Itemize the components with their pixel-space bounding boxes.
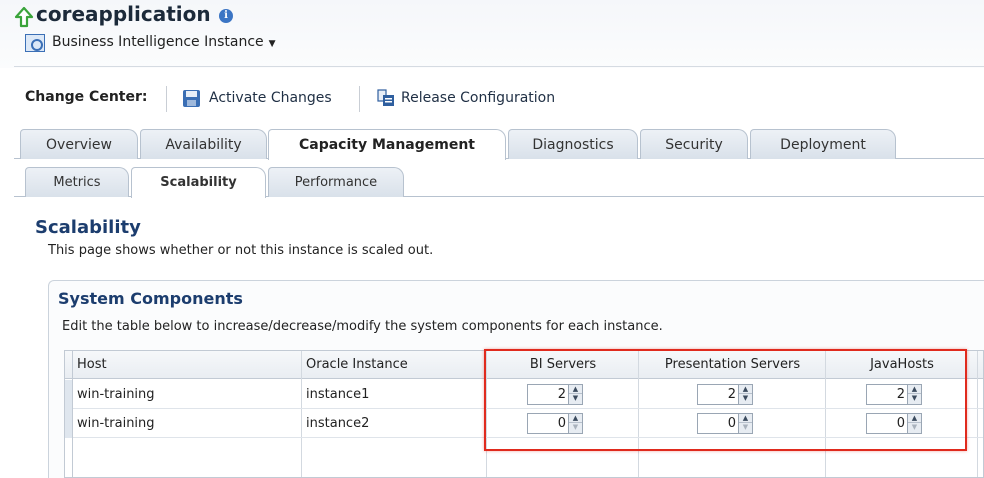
header-divider: [14, 66, 984, 67]
oracle-instance-cell: instance2: [306, 416, 370, 431]
change-center-label: Change Center:: [25, 89, 148, 105]
panel-description: Edit the table below to increase/decreas…: [62, 319, 663, 334]
table-row[interactable]: win-training instance2 0 ▲ ▼ 0 ▲ ▼ 0 ▲ ▼: [65, 409, 983, 438]
row-selector[interactable]: [65, 380, 73, 409]
tab-availability[interactable]: Availability: [140, 129, 267, 159]
table-row[interactable]: win-training instance1 2 ▲ ▼ 2 ▲ ▼ 2 ▲ ▼: [65, 380, 983, 409]
bi-servers-value[interactable]: 0: [558, 414, 566, 433]
increment-arrow-icon[interactable]: ▲: [908, 385, 921, 394]
javahosts-stepper[interactable]: 0 ▲ ▼: [866, 413, 922, 434]
tab-security[interactable]: Security: [640, 129, 748, 159]
decrement-arrow-icon: ▼: [911, 423, 918, 431]
javahosts-value[interactable]: 2: [897, 385, 905, 404]
subtab-performance[interactable]: Performance: [268, 167, 404, 197]
bi-servers-stepper[interactable]: 2 ▲ ▼: [527, 384, 583, 405]
host-cell: win-training: [77, 387, 155, 402]
decrement-arrow-icon[interactable]: ▼: [908, 394, 921, 403]
tab-diagnostics[interactable]: Diagnostics: [508, 129, 638, 159]
stepper-buttons: ▲ ▼: [568, 385, 582, 404]
subtab-metrics[interactable]: Metrics: [25, 167, 129, 197]
decrement-arrow-icon: ▼: [572, 423, 579, 431]
oracle-instance-cell: instance1: [306, 387, 370, 402]
stepper-buttons: ▲ ▼: [738, 385, 752, 404]
bi-servers-stepper[interactable]: 0 ▲ ▼: [527, 413, 583, 434]
presentation-servers-value[interactable]: 2: [728, 385, 736, 404]
increment-arrow-icon[interactable]: ▲: [739, 385, 752, 394]
javahosts-value[interactable]: 0: [897, 414, 905, 433]
release-config-icon[interactable]: [377, 89, 396, 108]
subtab-scalability[interactable]: Scalability: [131, 167, 266, 198]
decrement-arrow-icon[interactable]: ▼: [569, 394, 582, 403]
bi-servers-value[interactable]: 2: [558, 385, 566, 404]
up-arrow-icon[interactable]: [14, 6, 34, 28]
bi-instance-icon: [25, 34, 45, 52]
tab-deployment[interactable]: Deployment: [750, 129, 896, 159]
section-description: This page shows whether or not this inst…: [48, 243, 434, 258]
chevron-down-icon: ▼: [268, 39, 276, 49]
activate-changes-button[interactable]: Activate Changes: [209, 90, 332, 106]
host-cell: win-training: [77, 416, 155, 431]
increment-arrow-icon[interactable]: ▲: [569, 414, 582, 423]
increment-arrow-icon[interactable]: ▲: [569, 385, 582, 394]
tab-capacity-management[interactable]: Capacity Management: [268, 129, 506, 160]
presentation-servers-value[interactable]: 0: [728, 414, 736, 433]
tab-overview[interactable]: Overview: [20, 129, 138, 159]
presentation-servers-stepper[interactable]: 0 ▲ ▼: [697, 413, 753, 434]
toolbar-separator: [359, 86, 360, 112]
javahosts-stepper[interactable]: 2 ▲ ▼: [866, 384, 922, 405]
system-components-table: Host Oracle Instance BI Servers Presenta…: [64, 350, 984, 478]
stepper-buttons: ▲ ▼: [907, 385, 921, 404]
increment-arrow-icon[interactable]: ▲: [908, 414, 921, 423]
bi-instance-menu[interactable]: Business Intelligence Instance ▼: [52, 34, 276, 50]
stepper-buttons: ▲ ▼: [738, 414, 752, 433]
section-title: Scalability: [35, 217, 141, 238]
save-icon[interactable]: [183, 90, 200, 107]
release-configuration-button[interactable]: Release Configuration: [401, 90, 555, 106]
app-header: coreapplication i Business Intelligence …: [0, 0, 984, 68]
decrement-arrow-icon: ▼: [742, 423, 749, 431]
page-title: coreapplication: [36, 2, 211, 26]
info-icon[interactable]: i: [219, 9, 233, 23]
toolbar-separator: [166, 86, 167, 112]
bi-instance-menu-label: Business Intelligence Instance: [52, 34, 264, 50]
decrement-arrow-icon[interactable]: ▼: [739, 394, 752, 403]
stepper-buttons: ▲ ▼: [907, 414, 921, 433]
presentation-servers-stepper[interactable]: 2 ▲ ▼: [697, 384, 753, 405]
row-selector[interactable]: [65, 409, 73, 438]
stepper-buttons: ▲ ▼: [568, 414, 582, 433]
increment-arrow-icon[interactable]: ▲: [739, 414, 752, 423]
panel-title: System Components: [58, 289, 243, 308]
